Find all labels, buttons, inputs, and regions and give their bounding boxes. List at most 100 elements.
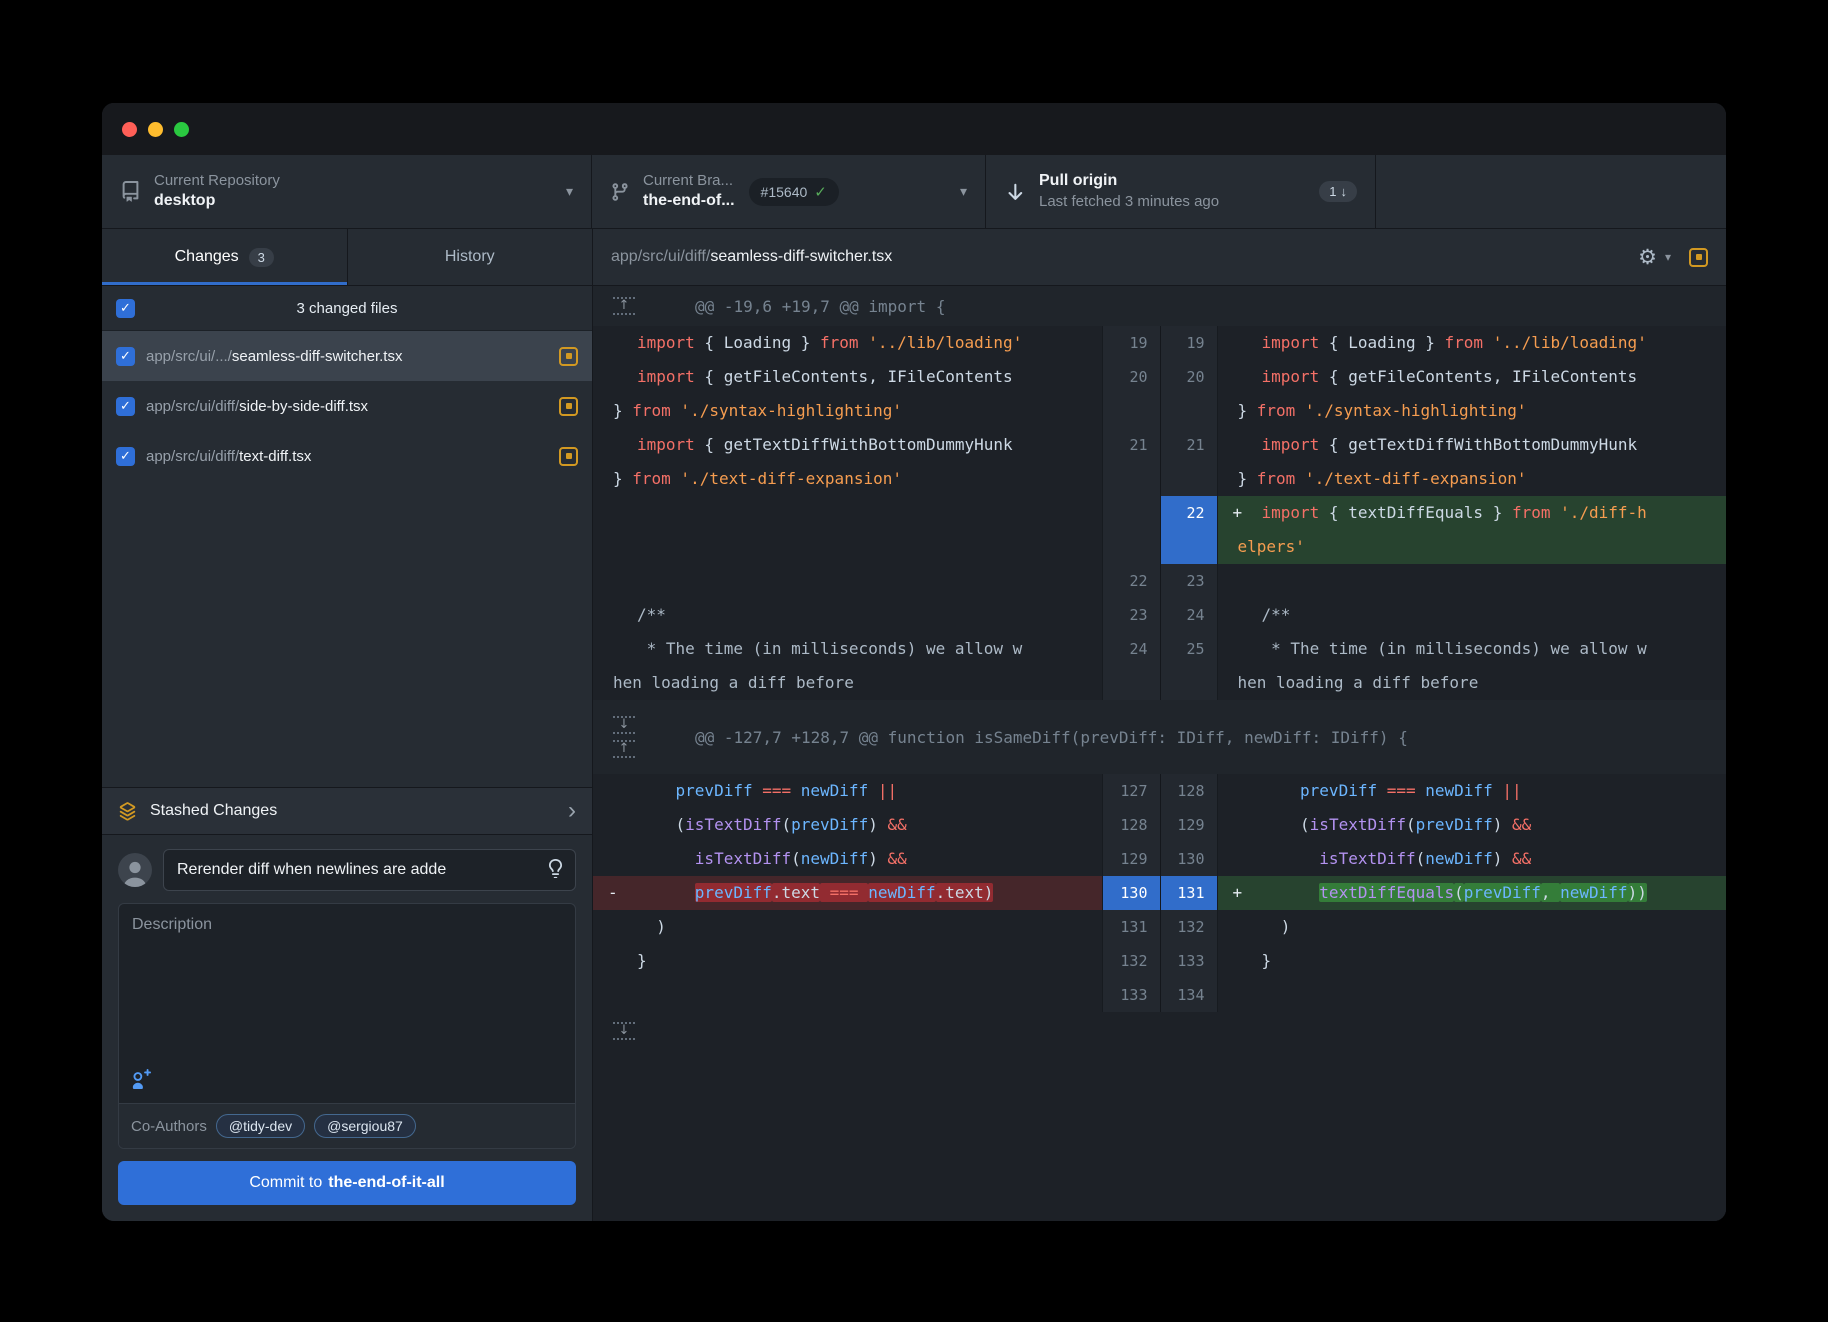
old-line-number[interactable]: 127 <box>1102 774 1160 808</box>
code-old[interactable] <box>593 564 1102 598</box>
file-checkbox[interactable]: ✓ <box>116 347 135 366</box>
stashed-changes-row[interactable]: Stashed Changes › <box>102 787 592 835</box>
gear-icon[interactable]: ⚙ <box>1638 247 1657 268</box>
zoom-button[interactable] <box>174 122 189 137</box>
new-line-number[interactable]: 129 <box>1160 808 1218 842</box>
expand-up-icon[interactable]: ↑ <box>613 297 635 315</box>
desktop-background: Current Repository desktop ▾ Current Bra… <box>0 0 1828 1322</box>
old-line-number[interactable]: 24 <box>1102 632 1160 700</box>
old-line-number[interactable]: 21 <box>1102 428 1160 496</box>
code-new[interactable]: import { getTextDiffWithBottomDummyHunk}… <box>1218 428 1727 496</box>
lightbulb-icon[interactable] <box>546 859 565 883</box>
file-checkbox[interactable]: ✓ <box>116 447 135 466</box>
changes-count-badge: 3 <box>249 248 274 267</box>
code-new[interactable]: ) <box>1218 910 1727 944</box>
new-line-number[interactable]: 131 <box>1160 876 1218 910</box>
commit-summary-input[interactable] <box>163 849 576 891</box>
close-button[interactable] <box>122 122 137 137</box>
minimize-button[interactable] <box>148 122 163 137</box>
code-old[interactable]: * The time (in milliseconds) we allow wh… <box>593 632 1102 700</box>
code-old[interactable]: import { Loading } from '../lib/loading' <box>593 326 1102 360</box>
co-author-badge[interactable]: @sergiou87 <box>314 1114 416 1138</box>
code-old[interactable]: prevDiff === newDiff || <box>593 774 1102 808</box>
sidebar-tabs: Changes 3 History <box>102 229 592 286</box>
code-old[interactable]: - prevDiff.text === newDiff.text) <box>593 876 1102 910</box>
code-old[interactable]: import { getTextDiffWithBottomDummyHunk}… <box>593 428 1102 496</box>
code-new[interactable]: /** <box>1218 598 1727 632</box>
code-new[interactable]: import { Loading } from '../lib/loading' <box>1218 326 1727 360</box>
select-all-checkbox[interactable]: ✓ <box>116 299 135 318</box>
pull-count-badge: 1 ↓ <box>1319 181 1357 202</box>
file-row[interactable]: ✓app/src/ui/.../seamless-diff-switcher.t… <box>102 331 592 381</box>
new-line-number[interactable]: 130 <box>1160 842 1218 876</box>
branch-picker[interactable]: Current Bra... the-end-of... #15640 ✓ ▾ <box>592 155 986 228</box>
old-line-number[interactable]: 23 <box>1102 598 1160 632</box>
code-new[interactable]: +import { textDiffEquals } from './diff-… <box>1218 496 1727 564</box>
code-old[interactable]: } <box>593 944 1102 978</box>
code-old[interactable]: ) <box>593 910 1102 944</box>
repository-picker[interactable]: Current Repository desktop ▾ <box>102 155 592 228</box>
diff-file-dir: app/src/ui/diff/ <box>611 248 710 265</box>
code-new[interactable]: } <box>1218 944 1727 978</box>
code-new[interactable] <box>1218 978 1727 1012</box>
code-old[interactable]: (isTextDiff(prevDiff) && <box>593 808 1102 842</box>
new-line-number[interactable]: 19 <box>1160 326 1218 360</box>
code-new[interactable]: import { getFileContents, IFileContents}… <box>1218 360 1727 428</box>
new-line-number[interactable]: 133 <box>1160 944 1218 978</box>
old-line-number[interactable]: 19 <box>1102 326 1160 360</box>
old-line-number[interactable] <box>1102 496 1160 564</box>
old-line-number[interactable]: 22 <box>1102 564 1160 598</box>
code-old[interactable]: /** <box>593 598 1102 632</box>
file-row[interactable]: ✓app/src/ui/diff/side-by-side-diff.tsx <box>102 381 592 431</box>
chevron-down-icon[interactable]: ▾ <box>1665 250 1671 264</box>
file-checkbox[interactable]: ✓ <box>116 397 135 416</box>
code-old[interactable] <box>593 978 1102 1012</box>
titlebar <box>102 103 1726 155</box>
expand-down-icon[interactable]: ↓ <box>613 716 635 734</box>
diff-row: prevDiff === newDiff ||127128 prevDiff =… <box>593 774 1726 808</box>
new-line-number[interactable]: 128 <box>1160 774 1218 808</box>
new-line-number[interactable]: 134 <box>1160 978 1218 1012</box>
code-new[interactable]: * The time (in milliseconds) we allow wh… <box>1218 632 1727 700</box>
old-line-number[interactable]: 129 <box>1102 842 1160 876</box>
code-new[interactable]: prevDiff === newDiff || <box>1218 774 1727 808</box>
new-line-number[interactable]: 21 <box>1160 428 1218 496</box>
expand-down-icon[interactable]: ↓ <box>613 1022 635 1040</box>
old-line-number[interactable]: 131 <box>1102 910 1160 944</box>
new-line-number[interactable]: 24 <box>1160 598 1218 632</box>
code-new[interactable]: isTextDiff(newDiff) && <box>1218 842 1727 876</box>
add-co-author-icon[interactable] <box>131 1076 151 1093</box>
old-line-number[interactable]: 133 <box>1102 978 1160 1012</box>
commit-description-input[interactable] <box>119 904 575 1067</box>
file-row[interactable]: ✓app/src/ui/diff/text-diff.tsx <box>102 431 592 481</box>
sidebar-empty-area <box>102 481 592 787</box>
new-line-number[interactable]: 20 <box>1160 360 1218 428</box>
old-line-number[interactable]: 20 <box>1102 360 1160 428</box>
new-line-number[interactable]: 22 <box>1160 496 1218 564</box>
code-new[interactable]: (isTextDiff(prevDiff) && <box>1218 808 1727 842</box>
repository-label: Current Repository <box>154 171 280 191</box>
tab-changes[interactable]: Changes 3 <box>102 229 348 285</box>
sidebar: Changes 3 History ✓ 3 changed files ✓app… <box>102 229 593 1221</box>
old-line-number[interactable]: 130 <box>1102 876 1160 910</box>
co-author-pills: @tidy-dev @sergiou87 <box>216 1114 416 1138</box>
co-author-badge[interactable]: @tidy-dev <box>216 1114 305 1138</box>
new-line-number[interactable]: 23 <box>1160 564 1218 598</box>
new-line-number[interactable]: 25 <box>1160 632 1218 700</box>
pr-status-badge[interactable]: #15640 ✓ <box>749 178 839 206</box>
diff-row: )131132 ) <box>593 910 1726 944</box>
code-new[interactable]: + textDiffEquals(prevDiff, newDiff)) <box>1218 876 1727 910</box>
old-line-number[interactable]: 128 <box>1102 808 1160 842</box>
expand-up-icon[interactable]: ↑ <box>613 740 635 758</box>
tab-history[interactable]: History <box>348 229 593 285</box>
code-old[interactable]: isTextDiff(newDiff) && <box>593 842 1102 876</box>
old-line-number[interactable]: 132 <box>1102 944 1160 978</box>
code-old[interactable]: import { getFileContents, IFileContents}… <box>593 360 1102 428</box>
code-old[interactable] <box>593 496 1102 564</box>
diff-row: - prevDiff.text === newDiff.text)130131+… <box>593 876 1726 910</box>
pull-origin-button[interactable]: Pull origin Last fetched 3 minutes ago 1… <box>986 155 1376 228</box>
commit-button[interactable]: Commit to the-end-of-it-all <box>118 1161 576 1205</box>
code-new[interactable] <box>1218 564 1727 598</box>
new-line-number[interactable]: 132 <box>1160 910 1218 944</box>
diff-file-path: app/src/ui/diff/seamless-diff-switcher.t… <box>611 248 892 266</box>
